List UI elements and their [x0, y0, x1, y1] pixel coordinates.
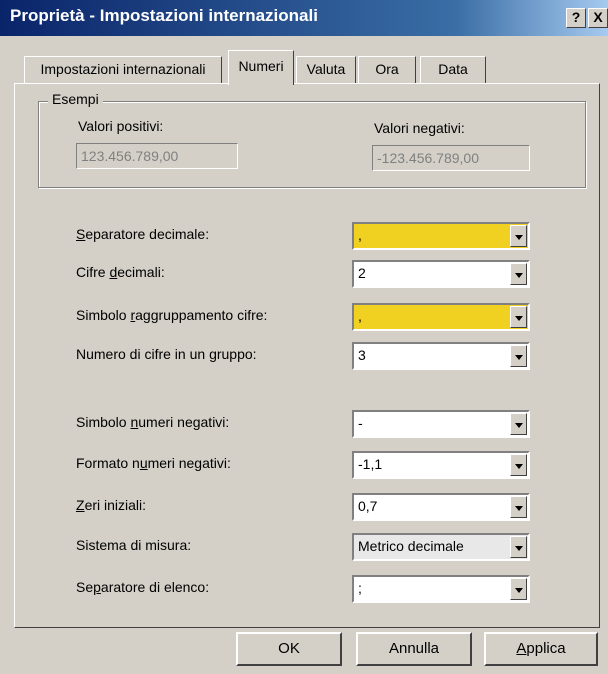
setting-label-acc: S [76, 226, 86, 242]
setting-label: Zeri iniziali: [76, 497, 146, 513]
tab-ora[interactable]: Ora [358, 56, 416, 83]
setting-label-acc: u [139, 455, 148, 471]
chevron-down-icon[interactable] [510, 263, 527, 285]
setting-label: Separatore di elenco: [76, 579, 209, 595]
setting-label-pre: Sistema di misura: [76, 537, 192, 553]
negative-values-label: Valori negativi: [374, 120, 465, 136]
setting-dropdown[interactable]: 3 [352, 342, 530, 370]
setting-value: -1,1 [358, 456, 383, 472]
setting-label: Cifre decimali: [76, 264, 165, 280]
setting-label-post: aratore di elenco: [100, 579, 210, 595]
close-button[interactable]: X [588, 8, 608, 28]
setting-label-post: ecimali: [117, 264, 165, 280]
chevron-down-icon[interactable] [510, 225, 527, 247]
setting-label-post: umeri negativi: [138, 414, 230, 430]
setting-label-pre: Formato n [76, 455, 140, 471]
setting-label-acc: g [209, 346, 217, 362]
negative-values-preview: -123.456.789,00 [372, 145, 530, 171]
setting-dropdown[interactable]: Metrico decimale [352, 533, 530, 561]
tab-valuta[interactable]: Valuta [296, 56, 356, 83]
setting-value: ; [358, 580, 362, 596]
chevron-down-icon[interactable] [510, 454, 527, 476]
setting-label-pre: Cifre [76, 264, 110, 280]
setting-label-pre: Simbolo [76, 307, 131, 323]
setting-dropdown[interactable]: , [352, 303, 530, 331]
setting-dropdown[interactable]: 0,7 [352, 493, 530, 521]
setting-dropdown[interactable]: - [352, 410, 530, 438]
setting-label: Simbolo raggruppamento cifre: [76, 307, 267, 323]
setting-dropdown[interactable]: , [352, 222, 530, 250]
setting-label-pre: Simbolo [76, 414, 131, 430]
setting-label-post: ruppo: [216, 346, 257, 362]
cancel-button[interactable]: Annulla [356, 632, 472, 666]
setting-value: Metrico decimale [358, 538, 464, 554]
setting-dropdown[interactable]: 2 [352, 260, 530, 288]
setting-value: 0,7 [358, 498, 378, 514]
window-title: Proprietà - Impostazioni internazionali [10, 6, 318, 25]
chevron-down-icon[interactable] [510, 536, 527, 558]
setting-label-pre: Se [76, 579, 94, 595]
chevron-down-icon[interactable] [510, 413, 527, 435]
setting-label-acc: Z [76, 497, 85, 513]
setting-dropdown[interactable]: -1,1 [352, 451, 530, 479]
positive-values-preview: 123.456.789,00 [76, 143, 238, 169]
setting-label: Simbolo numeri negativi: [76, 414, 229, 430]
chevron-down-icon[interactable] [510, 306, 527, 328]
tab-data[interactable]: Data [420, 56, 486, 83]
setting-label: Separatore decimale: [76, 226, 209, 242]
setting-label: Sistema di misura: [76, 537, 191, 553]
title-bar: Proprietà - Impostazioni internazionali … [0, 0, 608, 36]
setting-label: Numero di cifre in un gruppo: [76, 346, 257, 362]
apply-label: pplica [526, 640, 566, 657]
setting-label-post: aggruppamento cifre: [135, 307, 268, 323]
setting-value: , [358, 227, 362, 243]
tab-impostazioni-internazionali[interactable]: Impostazioni internazionali [24, 56, 222, 83]
setting-label-post: eri iniziali: [84, 497, 147, 513]
ok-button[interactable]: OK [236, 632, 342, 666]
setting-label-post: eparatore decimale: [85, 226, 210, 242]
examples-group-label: Esempi [48, 91, 103, 107]
chevron-down-icon[interactable] [510, 345, 527, 367]
setting-value: , [358, 308, 362, 324]
setting-dropdown[interactable]: ; [352, 575, 530, 603]
help-button[interactable]: ? [566, 8, 586, 28]
setting-label-post: meri negativi: [147, 455, 231, 471]
tab-numeri[interactable]: Numeri [228, 50, 294, 85]
setting-value: 3 [358, 347, 366, 363]
setting-label: Formato numeri negativi: [76, 455, 231, 471]
chevron-down-icon[interactable] [510, 578, 527, 600]
setting-label-pre: Numero di cifre in un [76, 346, 210, 362]
chevron-down-icon[interactable] [510, 496, 527, 518]
positive-values-label: Valori positivi: [78, 118, 164, 134]
setting-label-acc: p [93, 579, 101, 595]
apply-button[interactable]: Applica [484, 632, 598, 666]
apply-accelerator: A [516, 640, 527, 657]
setting-value: - [358, 415, 363, 431]
setting-value: 2 [358, 265, 366, 281]
